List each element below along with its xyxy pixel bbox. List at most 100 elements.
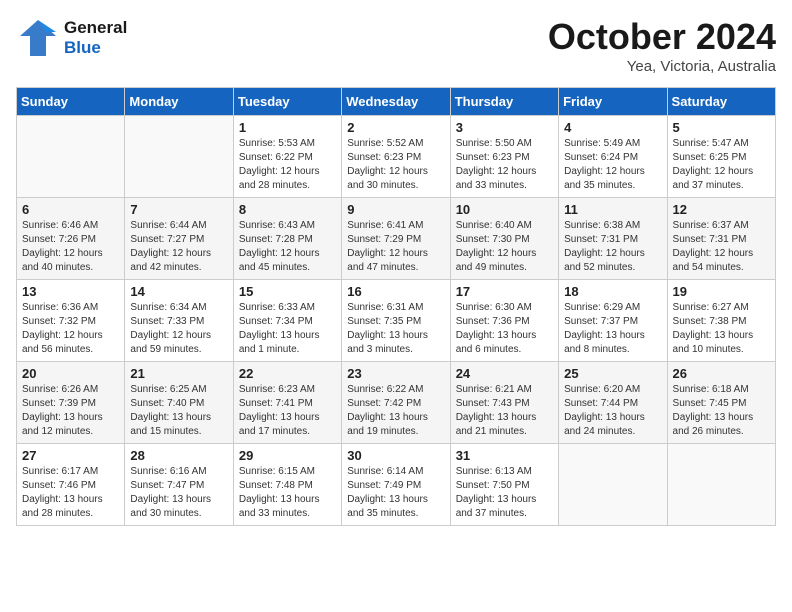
day-info: Sunrise: 6:17 AM Sunset: 7:46 PM Dayligh… bbox=[22, 465, 119, 521]
day-number: 21 bbox=[130, 366, 227, 381]
calendar-week-row: 27 Sunrise: 6:17 AM Sunset: 7:46 PM Dayli… bbox=[17, 444, 776, 526]
calendar-cell: 14 Sunrise: 6:34 AM Sunset: 7:33 PM Dayli… bbox=[125, 280, 233, 362]
day-number: 24 bbox=[456, 366, 553, 381]
day-number: 14 bbox=[130, 284, 227, 299]
calendar-cell: 30 Sunrise: 6:14 AM Sunset: 7:49 PM Dayli… bbox=[342, 444, 450, 526]
day-info: Sunrise: 6:15 AM Sunset: 7:48 PM Dayligh… bbox=[239, 465, 336, 521]
day-info: Sunrise: 6:21 AM Sunset: 7:43 PM Dayligh… bbox=[456, 383, 553, 439]
day-info: Sunrise: 6:43 AM Sunset: 7:28 PM Dayligh… bbox=[239, 219, 336, 275]
calendar-week-row: 1Sunrise: 5:53 AM Sunset: 6:22 PM Daylig… bbox=[17, 116, 776, 198]
calendar-cell: 10 Sunrise: 6:40 AM Sunset: 7:30 PM Dayli… bbox=[450, 198, 558, 280]
day-number: 1 bbox=[239, 120, 336, 135]
calendar-cell bbox=[559, 444, 667, 526]
day-number: 4 bbox=[564, 120, 661, 135]
calendar-week-row: 13 Sunrise: 6:36 AM Sunset: 7:32 PM Dayli… bbox=[17, 280, 776, 362]
calendar-cell: 5 Sunrise: 5:47 AM Sunset: 6:25 PM Daylig… bbox=[667, 116, 775, 198]
day-header-monday: Monday bbox=[125, 88, 233, 116]
calendar-header-row: SundayMondayTuesdayWednesdayThursdayFrid… bbox=[17, 88, 776, 116]
day-info: Sunrise: 6:46 AM Sunset: 7:26 PM Dayligh… bbox=[22, 219, 119, 275]
day-number: 7 bbox=[130, 202, 227, 217]
day-number: 5 bbox=[673, 120, 770, 135]
day-header-wednesday: Wednesday bbox=[342, 88, 450, 116]
day-number: 17 bbox=[456, 284, 553, 299]
day-header-thursday: Thursday bbox=[450, 88, 558, 116]
calendar-cell: 13 Sunrise: 6:36 AM Sunset: 7:32 PM Dayli… bbox=[17, 280, 125, 362]
month-title: October 2024 bbox=[548, 16, 776, 58]
calendar-cell: 27 Sunrise: 6:17 AM Sunset: 7:46 PM Dayli… bbox=[17, 444, 125, 526]
day-number: 10 bbox=[456, 202, 553, 217]
day-number: 27 bbox=[22, 448, 119, 463]
calendar-cell: 17 Sunrise: 6:30 AM Sunset: 7:36 PM Dayli… bbox=[450, 280, 558, 362]
day-number: 8 bbox=[239, 202, 336, 217]
calendar-cell: 9Sunrise: 6:41 AM Sunset: 7:29 PM Daylig… bbox=[342, 198, 450, 280]
calendar-cell bbox=[17, 116, 125, 198]
day-info: Sunrise: 6:30 AM Sunset: 7:36 PM Dayligh… bbox=[456, 301, 553, 357]
title-block: October 2024 Yea, Victoria, Australia bbox=[548, 16, 776, 75]
calendar-cell: 20 Sunrise: 6:26 AM Sunset: 7:39 PM Dayli… bbox=[17, 362, 125, 444]
day-info: Sunrise: 6:26 AM Sunset: 7:39 PM Dayligh… bbox=[22, 383, 119, 439]
day-info: Sunrise: 6:41 AM Sunset: 7:29 PM Dayligh… bbox=[347, 219, 444, 275]
day-info: Sunrise: 6:16 AM Sunset: 7:47 PM Dayligh… bbox=[130, 465, 227, 521]
logo-text: General Blue bbox=[64, 18, 127, 59]
location-subtitle: Yea, Victoria, Australia bbox=[548, 58, 776, 75]
day-info: Sunrise: 6:20 AM Sunset: 7:44 PM Dayligh… bbox=[564, 383, 661, 439]
calendar-cell: 16Sunrise: 6:31 AM Sunset: 7:35 PM Dayli… bbox=[342, 280, 450, 362]
day-info: Sunrise: 6:33 AM Sunset: 7:34 PM Dayligh… bbox=[239, 301, 336, 357]
day-info: Sunrise: 6:13 AM Sunset: 7:50 PM Dayligh… bbox=[456, 465, 553, 521]
day-info: Sunrise: 6:18 AM Sunset: 7:45 PM Dayligh… bbox=[673, 383, 770, 439]
calendar-cell: 4 Sunrise: 5:49 AM Sunset: 6:24 PM Daylig… bbox=[559, 116, 667, 198]
calendar-week-row: 20 Sunrise: 6:26 AM Sunset: 7:39 PM Dayli… bbox=[17, 362, 776, 444]
calendar-cell: 26Sunrise: 6:18 AM Sunset: 7:45 PM Dayli… bbox=[667, 362, 775, 444]
day-number: 18 bbox=[564, 284, 661, 299]
day-info: Sunrise: 6:14 AM Sunset: 7:49 PM Dayligh… bbox=[347, 465, 444, 521]
page-header: General Blue October 2024 Yea, Victoria,… bbox=[16, 16, 776, 75]
day-number: 23 bbox=[347, 366, 444, 381]
day-number: 2 bbox=[347, 120, 444, 135]
day-info: Sunrise: 6:37 AM Sunset: 7:31 PM Dayligh… bbox=[673, 219, 770, 275]
day-number: 30 bbox=[347, 448, 444, 463]
calendar-cell: 2Sunrise: 5:52 AM Sunset: 6:23 PM Daylig… bbox=[342, 116, 450, 198]
calendar-cell: 15 Sunrise: 6:33 AM Sunset: 7:34 PM Dayli… bbox=[233, 280, 341, 362]
day-number: 25 bbox=[564, 366, 661, 381]
day-info: Sunrise: 6:36 AM Sunset: 7:32 PM Dayligh… bbox=[22, 301, 119, 357]
day-number: 12 bbox=[673, 202, 770, 217]
day-number: 29 bbox=[239, 448, 336, 463]
logo-bird-icon bbox=[16, 16, 60, 60]
day-info: Sunrise: 6:25 AM Sunset: 7:40 PM Dayligh… bbox=[130, 383, 227, 439]
calendar-cell: 1Sunrise: 5:53 AM Sunset: 6:22 PM Daylig… bbox=[233, 116, 341, 198]
calendar-cell: 6 Sunrise: 6:46 AM Sunset: 7:26 PM Daylig… bbox=[17, 198, 125, 280]
day-number: 19 bbox=[673, 284, 770, 299]
day-number: 15 bbox=[239, 284, 336, 299]
calendar-cell: 7 Sunrise: 6:44 AM Sunset: 7:27 PM Daylig… bbox=[125, 198, 233, 280]
day-number: 6 bbox=[22, 202, 119, 217]
calendar-cell: 23 Sunrise: 6:22 AM Sunset: 7:42 PM Dayli… bbox=[342, 362, 450, 444]
calendar-cell: 19 Sunrise: 6:27 AM Sunset: 7:38 PM Dayli… bbox=[667, 280, 775, 362]
day-info: Sunrise: 6:44 AM Sunset: 7:27 PM Dayligh… bbox=[130, 219, 227, 275]
day-number: 3 bbox=[456, 120, 553, 135]
day-info: Sunrise: 6:23 AM Sunset: 7:41 PM Dayligh… bbox=[239, 383, 336, 439]
calendar-cell: 24 Sunrise: 6:21 AM Sunset: 7:43 PM Dayli… bbox=[450, 362, 558, 444]
day-info: Sunrise: 5:50 AM Sunset: 6:23 PM Dayligh… bbox=[456, 137, 553, 193]
day-number: 11 bbox=[564, 202, 661, 217]
calendar-cell: 3 Sunrise: 5:50 AM Sunset: 6:23 PM Daylig… bbox=[450, 116, 558, 198]
calendar-cell: 12 Sunrise: 6:37 AM Sunset: 7:31 PM Dayli… bbox=[667, 198, 775, 280]
day-number: 20 bbox=[22, 366, 119, 381]
day-info: Sunrise: 5:49 AM Sunset: 6:24 PM Dayligh… bbox=[564, 137, 661, 193]
day-number: 22 bbox=[239, 366, 336, 381]
calendar-cell: 29 Sunrise: 6:15 AM Sunset: 7:48 PM Dayli… bbox=[233, 444, 341, 526]
day-number: 31 bbox=[456, 448, 553, 463]
day-info: Sunrise: 6:22 AM Sunset: 7:42 PM Dayligh… bbox=[347, 383, 444, 439]
calendar-cell: 22 Sunrise: 6:23 AM Sunset: 7:41 PM Dayli… bbox=[233, 362, 341, 444]
day-info: Sunrise: 5:47 AM Sunset: 6:25 PM Dayligh… bbox=[673, 137, 770, 193]
day-header-saturday: Saturday bbox=[667, 88, 775, 116]
calendar-table: SundayMondayTuesdayWednesdayThursdayFrid… bbox=[16, 87, 776, 526]
day-header-friday: Friday bbox=[559, 88, 667, 116]
calendar-cell: 18Sunrise: 6:29 AM Sunset: 7:37 PM Dayli… bbox=[559, 280, 667, 362]
day-info: Sunrise: 6:34 AM Sunset: 7:33 PM Dayligh… bbox=[130, 301, 227, 357]
day-info: Sunrise: 6:40 AM Sunset: 7:30 PM Dayligh… bbox=[456, 219, 553, 275]
calendar-cell bbox=[125, 116, 233, 198]
calendar-cell bbox=[667, 444, 775, 526]
day-number: 13 bbox=[22, 284, 119, 299]
calendar-cell: 25 Sunrise: 6:20 AM Sunset: 7:44 PM Dayli… bbox=[559, 362, 667, 444]
day-info: Sunrise: 6:27 AM Sunset: 7:38 PM Dayligh… bbox=[673, 301, 770, 357]
